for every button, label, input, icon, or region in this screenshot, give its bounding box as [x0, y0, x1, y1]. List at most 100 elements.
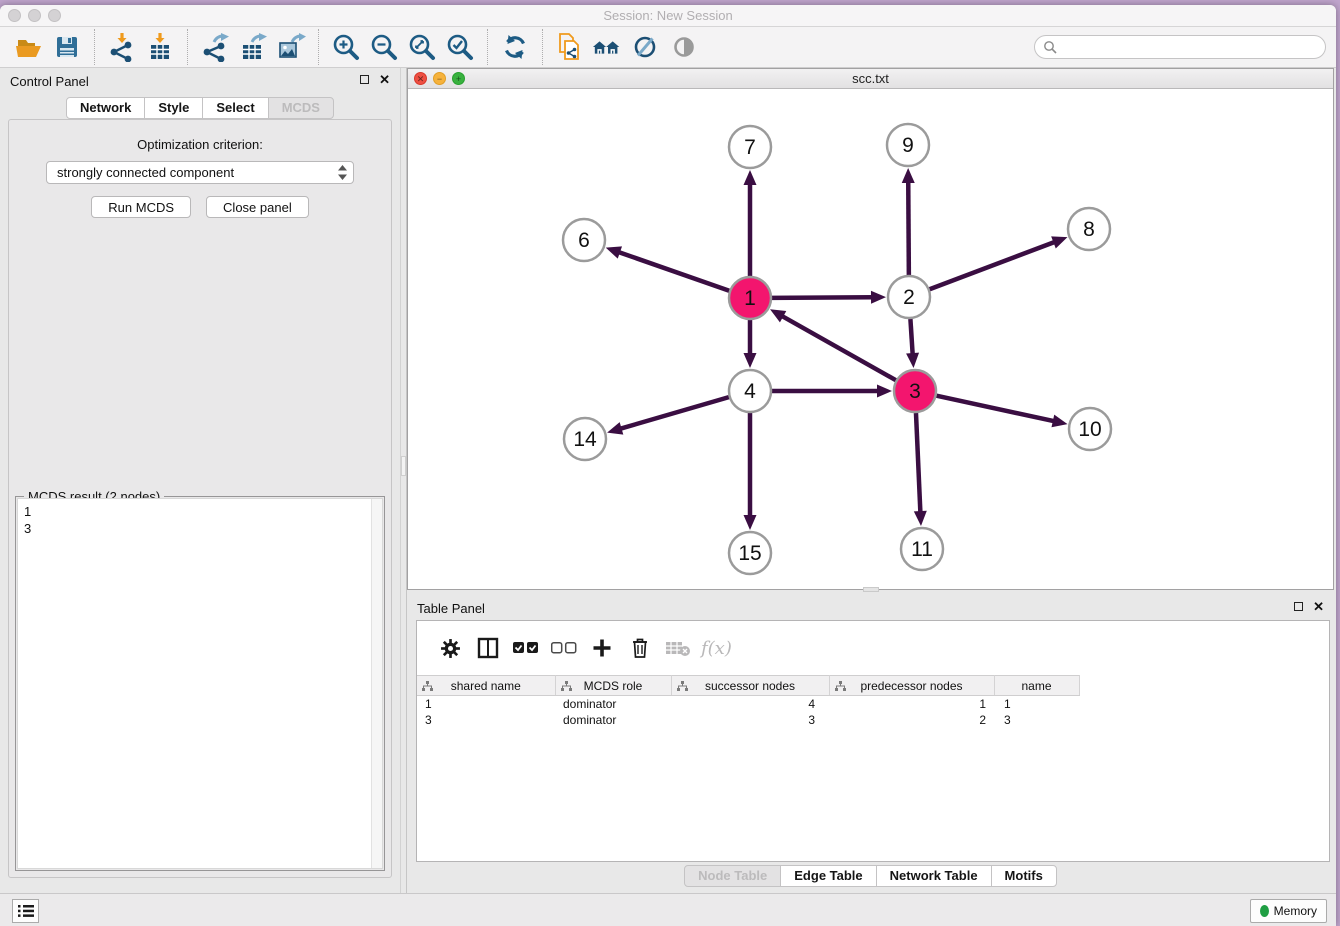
- graph-edge-4-14[interactable]: [607, 397, 729, 434]
- graph-node-15[interactable]: 15: [729, 532, 771, 574]
- graph-edge-3-10[interactable]: [936, 396, 1067, 428]
- show-columns-icon[interactable]: [469, 636, 507, 660]
- graph-edge-2-8[interactable]: [930, 236, 1068, 289]
- graph-node-7[interactable]: 7: [729, 126, 771, 168]
- zoom-out-icon[interactable]: [368, 31, 400, 63]
- zoom-selected-icon[interactable]: [444, 31, 476, 63]
- control-panel-tabs: Network Style Select MCDS: [0, 97, 400, 119]
- mcds-result-area[interactable]: 1 3: [17, 498, 383, 869]
- tab-style[interactable]: Style: [144, 97, 203, 119]
- task-history-button[interactable]: [12, 899, 39, 923]
- table-cell[interactable]: 1: [829, 696, 994, 712]
- svg-text:11: 11: [911, 538, 933, 561]
- select-all-rows-icon[interactable]: [507, 636, 545, 660]
- status-bar: Memory: [0, 893, 1336, 926]
- tab-network[interactable]: Network: [66, 97, 145, 119]
- zoom-in-icon[interactable]: [330, 31, 362, 63]
- close-panel-button[interactable]: Close panel: [206, 196, 309, 218]
- column-header-name[interactable]: name: [994, 676, 1079, 696]
- graph-node-8[interactable]: 8: [1068, 208, 1110, 250]
- tab-mcds[interactable]: MCDS: [268, 97, 334, 119]
- graph-edge-3-1[interactable]: [770, 309, 896, 380]
- splitter-grip[interactable]: [401, 456, 406, 476]
- graph-node-11[interactable]: 11: [901, 528, 943, 570]
- run-mcds-button[interactable]: Run MCDS: [91, 196, 191, 218]
- create-column-icon[interactable]: [583, 636, 621, 660]
- graph-edge-4-15[interactable]: [744, 413, 757, 530]
- open-session-icon[interactable]: [13, 31, 45, 63]
- graph-node-9[interactable]: 9: [887, 124, 929, 166]
- memory-button[interactable]: Memory: [1250, 899, 1327, 923]
- export-table-icon[interactable]: [237, 31, 269, 63]
- panel-splitter[interactable]: [400, 68, 407, 893]
- zoom-fit-icon[interactable]: [406, 31, 438, 63]
- import-network-icon[interactable]: [106, 31, 138, 63]
- table-cell[interactable]: dominator: [555, 696, 671, 712]
- preview-mode-icon[interactable]: [668, 31, 700, 63]
- graph-node-10[interactable]: 10: [1069, 408, 1111, 450]
- graph-edge-1-6[interactable]: [606, 246, 730, 290]
- import-table-icon[interactable]: [144, 31, 176, 63]
- titlebar: Session: New Session: [0, 5, 1336, 27]
- graph-node-6[interactable]: 6: [563, 219, 605, 261]
- graph-node-3[interactable]: 3: [894, 370, 936, 412]
- graph-edge-1-2[interactable]: [772, 291, 886, 304]
- export-image-icon[interactable]: [275, 31, 307, 63]
- column-header-mcds-role[interactable]: MCDS role: [555, 676, 671, 696]
- column-header-predecessor-nodes[interactable]: predecessor nodes: [829, 676, 994, 696]
- close-panel-icon[interactable]: ✕: [379, 74, 390, 85]
- graph-edge-2-9[interactable]: [902, 168, 915, 275]
- tab-select[interactable]: Select: [202, 97, 268, 119]
- deselect-all-rows-icon[interactable]: [545, 636, 583, 660]
- tab-network-table[interactable]: Network Table: [876, 865, 992, 887]
- node-table-body: 1dominator4113dominator323: [417, 696, 1079, 728]
- column-header-successor-nodes[interactable]: successor nodes: [671, 676, 829, 696]
- float-panel-icon[interactable]: [360, 75, 369, 84]
- search-input[interactable]: [1058, 40, 1317, 54]
- tab-motifs[interactable]: Motifs: [991, 865, 1057, 887]
- table-cell[interactable]: dominator: [555, 712, 671, 728]
- result-scrollbar[interactable]: [371, 499, 382, 868]
- table-row[interactable]: 1dominator411: [417, 696, 1079, 712]
- table-cell[interactable]: 2: [829, 712, 994, 728]
- table-cell[interactable]: 1: [417, 696, 555, 712]
- column-header-shared-name[interactable]: shared name: [417, 676, 555, 696]
- table-settings-icon[interactable]: [431, 636, 469, 660]
- criterion-value: strongly connected component: [57, 165, 338, 180]
- search-field[interactable]: [1034, 35, 1326, 59]
- table-row[interactable]: 3dominator323: [417, 712, 1079, 728]
- table-cell[interactable]: 3: [994, 712, 1079, 728]
- export-network-icon[interactable]: [199, 31, 231, 63]
- criterion-dropdown[interactable]: strongly connected component: [46, 161, 354, 184]
- tab-edge-table[interactable]: Edge Table: [780, 865, 876, 887]
- graph-edge-2-3[interactable]: [906, 319, 919, 368]
- graph-edge-3-11[interactable]: [914, 413, 927, 526]
- new-network-icon[interactable]: [554, 31, 586, 63]
- network-resize-grip[interactable]: [863, 587, 879, 592]
- table-cell[interactable]: 3: [417, 712, 555, 728]
- graph-edge-1-4[interactable]: [744, 320, 757, 368]
- delete-column-icon[interactable]: [621, 636, 659, 660]
- network-graph: 1 2 3 4 6 7 8 9 10 11 14 15: [408, 89, 1333, 589]
- apply-layout-icon[interactable]: [499, 31, 531, 63]
- table-cell[interactable]: 4: [671, 696, 829, 712]
- save-session-icon[interactable]: [51, 31, 83, 63]
- network-canvas[interactable]: 1 2 3 4 6 7 8 9 10 11 14 15: [408, 89, 1333, 589]
- table-panel-body: f(x) shared name MCDS role successor nod…: [416, 620, 1330, 862]
- task-list-icon: [18, 904, 34, 918]
- graph-node-2[interactable]: 2: [888, 276, 930, 318]
- graph-edge-1-7[interactable]: [744, 170, 757, 276]
- show-all-networks-icon[interactable]: [592, 31, 624, 63]
- table-cell[interactable]: 1: [994, 696, 1079, 712]
- graph-node-4[interactable]: 4: [729, 370, 771, 412]
- svg-text:9: 9: [902, 134, 914, 157]
- svg-text:10: 10: [1078, 418, 1101, 441]
- table-cell[interactable]: 3: [671, 712, 829, 728]
- graph-edge-4-3[interactable]: [772, 385, 892, 398]
- graph-node-14[interactable]: 14: [564, 418, 606, 460]
- graph-node-1[interactable]: 1: [729, 277, 771, 319]
- hide-panels-icon[interactable]: [630, 31, 662, 63]
- float-table-panel-icon[interactable]: [1294, 602, 1303, 611]
- tab-node-table[interactable]: Node Table: [684, 865, 781, 887]
- close-table-panel-icon[interactable]: ✕: [1313, 601, 1324, 612]
